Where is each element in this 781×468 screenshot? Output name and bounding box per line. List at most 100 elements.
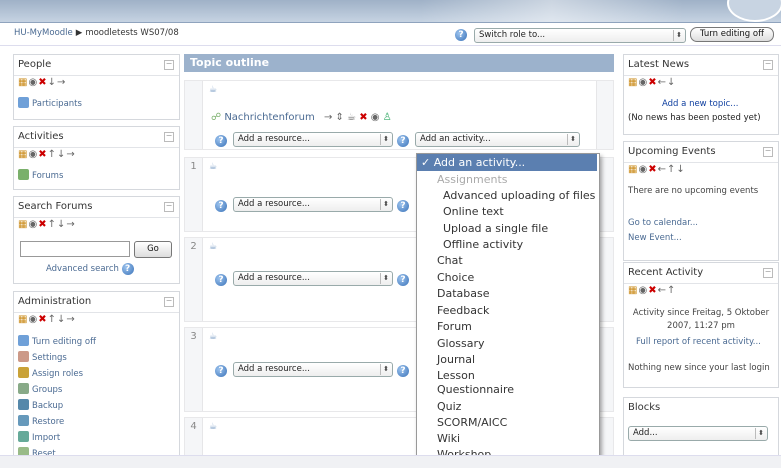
switch-role-select[interactable]: Switch role to... ⬍ xyxy=(474,28,686,43)
admin-item-assign-roles[interactable]: Assign roles xyxy=(18,367,83,379)
dropdown-option[interactable]: Feedback xyxy=(437,304,489,317)
recent-activity-title: Recent Activity xyxy=(628,267,704,278)
dropdown-option-selected[interactable]: ✓ Add an activity... xyxy=(417,154,597,171)
help-icon[interactable]: ? xyxy=(397,200,409,212)
latest-news-block: Latest News − ▦◉✖←↓ Add a new topic... (N… xyxy=(623,54,779,135)
dropdown-option[interactable]: Wiki xyxy=(437,432,460,445)
navbar: HU-MyMoodle ▶ moodletests WS07/08 ? Switch… xyxy=(0,23,781,46)
forum-activity[interactable]: ☍ Nachrichtenforum → ⇕ ☕ ✖ ◉ ♙ xyxy=(211,112,392,123)
dropdown-option[interactable]: Forum xyxy=(437,320,472,333)
help-icon[interactable]: ? xyxy=(121,263,134,275)
blocks-block: Blocks Add... ⬍ xyxy=(623,397,779,457)
admin-item-import[interactable]: Import xyxy=(18,431,60,443)
dropdown-option[interactable]: Lesson xyxy=(437,369,475,382)
block-controls[interactable]: ▦◉✖↑↓→ xyxy=(18,219,76,230)
recent-activity-block: Recent Activity − ▦◉✖←↑ Activity since Fr… xyxy=(623,262,779,388)
collapse-icon[interactable]: − xyxy=(763,268,773,278)
block-controls[interactable]: ▦◉✖↑↓→ xyxy=(18,149,76,160)
admin-item-settings[interactable]: Settings xyxy=(18,351,67,363)
collapse-icon[interactable]: − xyxy=(164,297,174,307)
forum-link[interactable]: Nachrichtenforum xyxy=(224,112,314,123)
help-icon[interactable]: ? xyxy=(397,135,409,147)
add-activity-dropdown: ✓ Add an activity... Assignments Advance… xyxy=(416,153,600,466)
dropdown-option[interactable]: Glossary xyxy=(437,337,485,350)
collapse-icon[interactable]: − xyxy=(164,60,174,70)
activity-since-text: Activity since Freitag, 5 Oktober 2007, … xyxy=(632,308,770,331)
breadcrumb-course: moodletests WS07/08 xyxy=(85,28,179,38)
admin-item-restore[interactable]: Restore xyxy=(18,415,64,427)
block-controls[interactable]: ▦◉✖↑↓→ xyxy=(18,314,76,325)
help-icon[interactable]: ? xyxy=(215,200,227,212)
section-number: 1 xyxy=(185,158,203,231)
admin-item-backup[interactable]: Backup xyxy=(18,399,63,411)
go-to-calendar-link[interactable]: Go to calendar... xyxy=(628,218,698,228)
help-icon[interactable]: ? xyxy=(455,29,467,41)
edit-icon xyxy=(18,335,29,346)
add-new-topic-link[interactable]: Add a new topic... xyxy=(662,99,738,109)
add-resource-select[interactable]: Add a resource... ⬍ xyxy=(233,271,393,286)
dropdown-option[interactable]: Quiz xyxy=(437,400,461,413)
dropdown-option[interactable]: Database xyxy=(437,287,490,300)
administration-block: Administration − ▦◉✖↑↓→ Turn editing off … xyxy=(13,291,180,463)
breadcrumb-separator: ▶ xyxy=(75,28,83,38)
collapse-icon[interactable]: − xyxy=(164,132,174,142)
import-icon xyxy=(18,431,29,442)
highlight-icon[interactable]: ☕ xyxy=(209,162,217,172)
collapse-icon[interactable]: − xyxy=(164,202,174,212)
help-icon[interactable]: ? xyxy=(397,274,409,286)
admin-item-groups[interactable]: Groups xyxy=(18,383,62,395)
add-resource-select[interactable]: Add a resource... ⬍ xyxy=(233,362,393,377)
highlight-icon[interactable]: ☕ xyxy=(209,422,217,432)
chevron-down-icon: ⬍ xyxy=(380,364,391,375)
help-icon[interactable]: ? xyxy=(215,135,227,147)
full-report-link[interactable]: Full report of recent activity... xyxy=(636,337,761,347)
chevron-down-icon: ⬍ xyxy=(380,273,391,284)
backup-icon xyxy=(18,399,29,410)
chevron-down-icon: ⬍ xyxy=(673,30,684,41)
forums-link[interactable]: Forums xyxy=(18,169,63,181)
blocks-title: Blocks xyxy=(628,402,661,413)
add-activity-select[interactable]: Add an activity... ⬍ xyxy=(415,132,580,147)
block-controls[interactable]: ▦◉✖↓→ xyxy=(18,77,66,88)
admin-item-turn-editing-off[interactable]: Turn editing off xyxy=(18,335,96,347)
block-controls[interactable]: ▦◉✖←↑ xyxy=(628,285,676,296)
dropdown-option[interactable]: Chat xyxy=(437,254,463,267)
dropdown-option[interactable]: Questionnaire xyxy=(437,383,514,396)
chevron-down-icon: ⬍ xyxy=(567,134,578,145)
help-icon[interactable]: ? xyxy=(215,274,227,286)
dropdown-option[interactable]: SCORM/AICC xyxy=(437,416,507,429)
dropdown-option[interactable]: Journal xyxy=(437,353,475,366)
block-controls[interactable]: ▦◉✖←↑↓ xyxy=(628,164,686,175)
help-icon[interactable]: ? xyxy=(215,365,227,377)
news-title: Latest News xyxy=(628,59,690,70)
edit-controls[interactable]: → ⇕ ☕ ✖ ◉ ♙ xyxy=(324,112,392,123)
dropdown-option[interactable]: Online text xyxy=(443,205,504,218)
dropdown-option[interactable]: Choice xyxy=(437,271,474,284)
block-controls[interactable]: ▦◉✖←↓ xyxy=(628,77,676,88)
breadcrumb-home[interactable]: HU-MyMoodle xyxy=(14,28,73,38)
new-event-link[interactable]: New Event... xyxy=(628,233,682,243)
add-resource-select[interactable]: Add a resource... ⬍ xyxy=(233,132,393,147)
turn-editing-off-button[interactable]: Turn editing off xyxy=(690,27,774,42)
no-events-text: There are no upcoming events xyxy=(628,186,759,196)
restore-icon xyxy=(18,415,29,426)
collapse-icon[interactable]: − xyxy=(763,60,773,70)
search-title: Search Forums xyxy=(18,201,93,212)
dropdown-option[interactable]: Upload a single file xyxy=(443,222,548,235)
add-block-select[interactable]: Add... ⬍ xyxy=(628,426,768,441)
collapse-icon[interactable]: − xyxy=(763,147,773,157)
dropdown-option[interactable]: Offline activity xyxy=(443,238,523,251)
section-number: 3 xyxy=(185,328,203,411)
dropdown-option[interactable]: Advanced uploading of files xyxy=(443,189,595,202)
help-icon[interactable]: ? xyxy=(397,365,409,377)
advanced-search-link[interactable]: Advanced search ? xyxy=(46,263,134,275)
highlight-icon[interactable]: ☕ xyxy=(209,85,217,95)
highlight-icon[interactable]: ☕ xyxy=(209,332,217,342)
search-input[interactable] xyxy=(20,241,130,257)
highlight-icon[interactable]: ☕ xyxy=(209,242,217,252)
participants-link[interactable]: Participants xyxy=(18,97,82,109)
add-resource-select[interactable]: Add a resource... ⬍ xyxy=(233,197,393,212)
chevron-down-icon: ⬍ xyxy=(380,134,391,145)
go-button[interactable]: Go xyxy=(134,241,172,258)
chevron-down-icon: ⬍ xyxy=(755,428,766,439)
